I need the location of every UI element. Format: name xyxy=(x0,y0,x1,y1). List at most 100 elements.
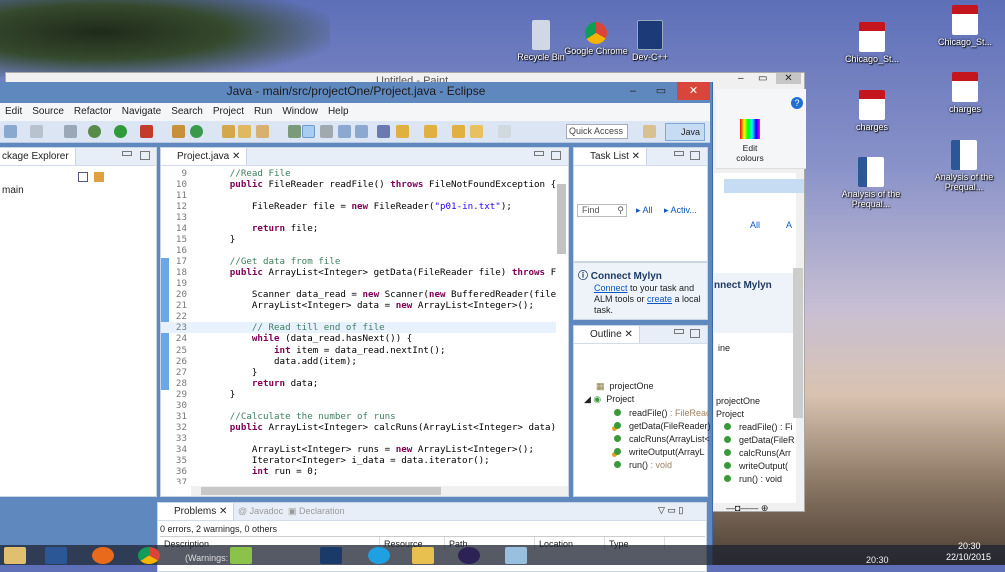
annotation-icon[interactable] xyxy=(288,125,301,138)
minimize-button[interactable]: – xyxy=(618,82,648,100)
save-icon[interactable] xyxy=(30,125,43,138)
menu-search[interactable]: Search xyxy=(166,103,208,121)
desktop-icon-pdf[interactable]: charges xyxy=(930,72,1000,114)
clock-date[interactable]: 22/10/2015 xyxy=(946,552,991,562)
back-icon[interactable] xyxy=(470,125,483,138)
menu-window[interactable]: Window xyxy=(277,103,323,121)
maximize-view-icon[interactable] xyxy=(140,151,150,160)
tab-problems[interactable]: Problems ✕ xyxy=(158,503,235,520)
run-external-icon[interactable] xyxy=(140,125,153,138)
eclipse-window[interactable]: Java - main/src/projectOne/Project.java … xyxy=(0,82,713,572)
outline-member[interactable]: writeOutput(ArrayL xyxy=(614,447,705,457)
link-activate[interactable]: ▸ Activ... xyxy=(664,205,697,216)
outline-class[interactable]: ◢ ◉ Project xyxy=(584,394,634,405)
whitespace-icon[interactable] xyxy=(355,125,368,138)
menu-edit[interactable]: Edit xyxy=(0,103,27,121)
minimize-view-icon[interactable] xyxy=(674,329,684,334)
menu-navigate[interactable]: Navigate xyxy=(117,103,166,121)
menu-refactor[interactable]: Refactor xyxy=(69,103,117,121)
minimize-view-icon[interactable] xyxy=(122,151,132,156)
new-class-icon[interactable] xyxy=(190,125,203,138)
tab-package-explorer[interactable]: ckage Explorer xyxy=(0,148,76,165)
menu-source[interactable]: Source xyxy=(27,103,69,121)
help-icon[interactable]: ? xyxy=(791,97,803,109)
paint-icon[interactable] xyxy=(505,547,527,564)
desktop-icon-word[interactable]: Analysis of the Prequal... xyxy=(928,140,1000,192)
desktop-icon-word[interactable]: Analysis of the Prequal... xyxy=(835,157,907,209)
forward-icon[interactable] xyxy=(498,125,511,138)
clock-time[interactable]: 20:30 xyxy=(958,541,981,551)
maximize-view-icon[interactable] xyxy=(690,329,700,338)
quick-access-input[interactable]: Quick Access xyxy=(566,124,628,139)
menu-run[interactable]: Run xyxy=(249,103,277,121)
maximize-button[interactable]: ▭ xyxy=(646,82,676,100)
desktop-icon-pdf[interactable]: charges xyxy=(837,90,907,132)
menu-project[interactable]: Project xyxy=(208,103,249,121)
open-folder-icon[interactable] xyxy=(238,125,251,138)
find-input[interactable]: Find ⚲ xyxy=(577,204,627,217)
outline-tab[interactable]: ine xyxy=(718,343,730,353)
desktop-icon-pdf[interactable]: Chicago_St... xyxy=(930,5,1000,47)
outline-member[interactable]: getData(FileReader) xyxy=(614,421,711,431)
menu-help[interactable]: Help xyxy=(323,103,354,121)
outline-package[interactable]: ▦ projectOne xyxy=(596,381,654,392)
code-editor[interactable]: 9 //Read File 10 public FileReader readFi… xyxy=(161,168,556,484)
tab-project-java[interactable]: Project.java ✕ xyxy=(161,148,248,165)
paint-window-controls[interactable]: – ▭ ✕ xyxy=(736,73,801,89)
maximize-view-icon[interactable] xyxy=(551,151,561,160)
java-perspective-button[interactable]: Java xyxy=(665,123,705,141)
desktop-icon-devcpp[interactable]: Dev-C++ xyxy=(615,20,685,62)
eclipse-icon[interactable] xyxy=(458,547,480,564)
desktop-icon-pdf[interactable]: Chicago_St... xyxy=(837,22,907,64)
chrome-icon[interactable] xyxy=(138,547,160,564)
word-icon[interactable] xyxy=(45,547,67,564)
block-select-icon[interactable] xyxy=(320,125,333,138)
project-main[interactable]: main xyxy=(2,185,24,196)
link-all[interactable]: All xyxy=(750,220,760,230)
link-editor-icon[interactable] xyxy=(94,172,104,182)
link-active[interactable]: A xyxy=(786,220,792,230)
show-source-icon[interactable] xyxy=(338,125,351,138)
collapse-all-icon[interactable] xyxy=(78,172,88,182)
run-icon[interactable] xyxy=(114,125,127,138)
last-edit-icon[interactable] xyxy=(452,125,465,138)
open-type-icon[interactable] xyxy=(222,125,235,138)
view-menu-icon[interactable]: ▽ ▭ ▯ xyxy=(658,505,683,516)
outline-member[interactable]: run() : void xyxy=(614,460,672,470)
mark-occurrences-icon[interactable] xyxy=(302,125,315,138)
open-perspective-icon[interactable] xyxy=(643,125,656,138)
search-icon[interactable] xyxy=(256,125,269,138)
app-icon[interactable] xyxy=(320,547,342,564)
horizontal-scrollbar[interactable] xyxy=(191,486,568,496)
folder-icon[interactable] xyxy=(412,547,434,564)
color-palette-icon[interactable] xyxy=(740,119,760,139)
close-button[interactable]: ✕ xyxy=(677,82,710,100)
new-icon[interactable] xyxy=(4,125,17,138)
vertical-scrollbar[interactable] xyxy=(557,184,566,254)
app-icon[interactable] xyxy=(230,547,252,564)
skip-breakpoints-icon[interactable] xyxy=(377,125,390,138)
minimize-view-icon[interactable] xyxy=(674,151,684,156)
skype-icon[interactable] xyxy=(368,547,390,564)
outline-member[interactable]: calcRuns(ArrayList< xyxy=(614,434,710,444)
edit-colours-button[interactable]: Edit colours xyxy=(730,143,770,163)
create-link[interactable]: create xyxy=(647,294,672,304)
minimize-view-icon[interactable] xyxy=(534,151,544,156)
print-icon[interactable] xyxy=(64,125,77,138)
scrollbar[interactable] xyxy=(793,268,803,418)
tab-declaration[interactable]: ▣ Declaration xyxy=(288,506,345,517)
tab-outline[interactable]: Outline ✕ xyxy=(574,326,640,343)
tab-javadoc[interactable]: @ Javadoc xyxy=(238,506,283,516)
maximize-view-icon[interactable] xyxy=(690,151,700,160)
prev-annotation-icon[interactable] xyxy=(424,125,437,138)
firefox-icon[interactable] xyxy=(92,547,114,564)
file-explorer-icon[interactable] xyxy=(4,547,26,564)
outline-member[interactable]: readFile() : FileReac xyxy=(614,408,711,418)
tab-task-list[interactable]: Task List ✕ xyxy=(574,148,648,165)
zoom-slider[interactable]: ―◘―― ⊕ xyxy=(726,503,796,513)
link-all[interactable]: ▸ All xyxy=(636,205,653,216)
next-annotation-icon[interactable] xyxy=(396,125,409,138)
debug-icon[interactable] xyxy=(88,125,101,138)
new-package-icon[interactable] xyxy=(172,125,185,138)
connect-link[interactable]: Connect xyxy=(594,283,628,293)
